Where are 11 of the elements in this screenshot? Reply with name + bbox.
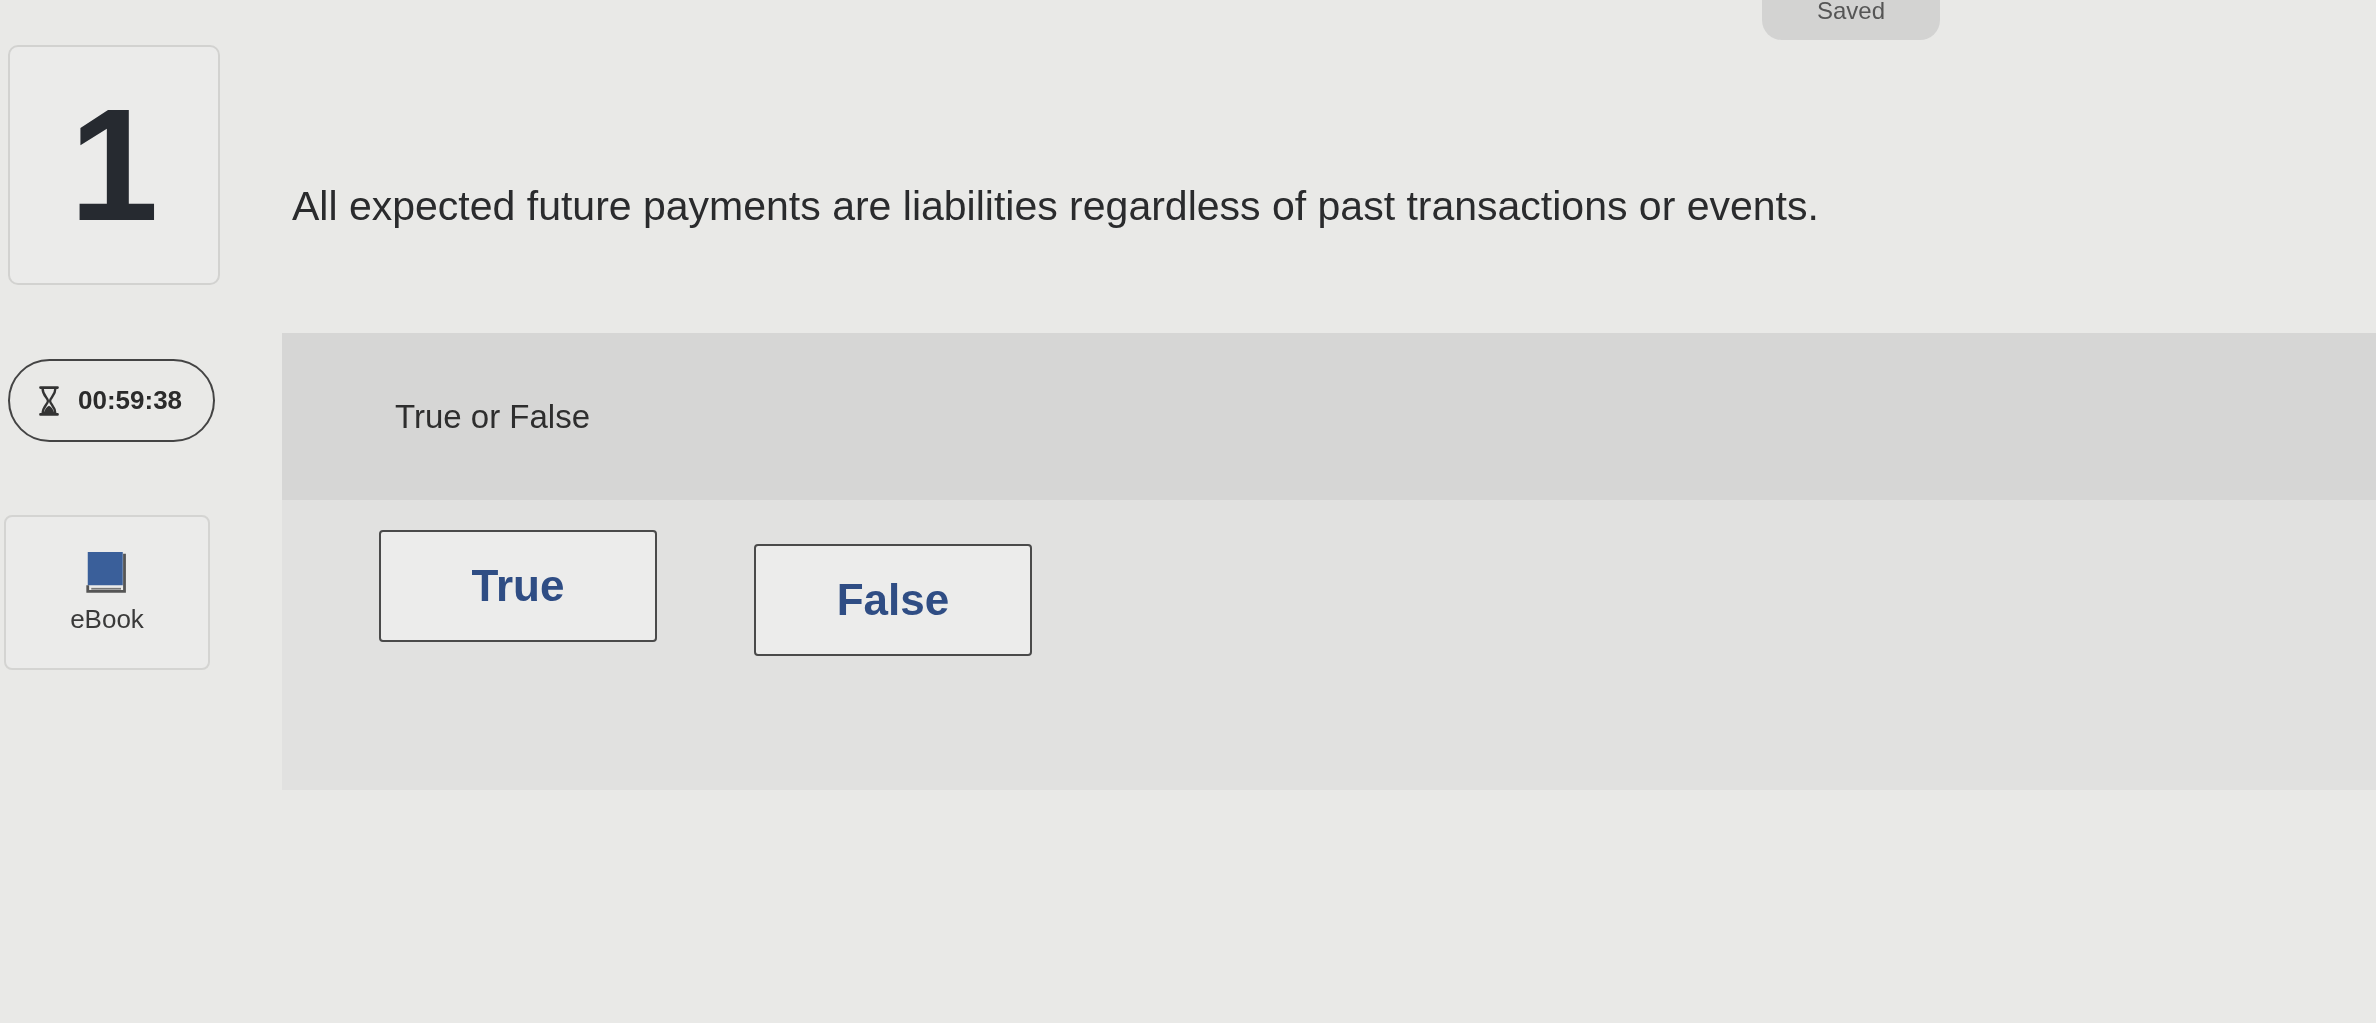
timer-pill[interactable]: 00:59:38 — [8, 359, 215, 442]
book-icon — [86, 550, 128, 596]
hourglass-icon — [38, 385, 60, 416]
question-number: 1 — [8, 45, 220, 285]
answer-option[interactable]: True — [379, 530, 657, 642]
question-text: All expected future payments are liabilities regardless of past transactions or events. — [292, 183, 1819, 230]
saved-status-badge: Saved — [1762, 0, 1940, 40]
ebook-button[interactable]: eBook — [4, 515, 210, 670]
answer-option[interactable]: False — [754, 544, 1032, 656]
question-type-label: True or False — [395, 397, 590, 436]
timer-text: 00:59:38 — [78, 385, 183, 416]
